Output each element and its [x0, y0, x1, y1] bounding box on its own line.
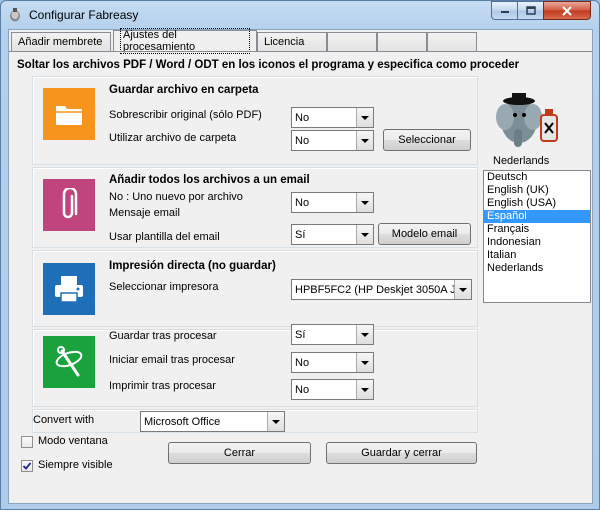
- language-item-english-usa[interactable]: English (USA): [484, 197, 590, 210]
- close-icon: [562, 5, 572, 16]
- minimize-button[interactable]: [491, 1, 518, 20]
- tab-label: Licencia: [264, 36, 305, 48]
- email-panel: Añadir todos los archivos a un email No …: [32, 167, 478, 248]
- convert-panel: Convert with Microsoft Office: [32, 409, 478, 433]
- printer-icon: [55, 276, 83, 303]
- chevron-down-icon[interactable]: [356, 131, 373, 150]
- tools-icon: [55, 346, 83, 377]
- email-mode-value: No: [295, 196, 310, 209]
- save-after-select[interactable]: Sí: [291, 324, 374, 345]
- email-after-select[interactable]: No: [291, 352, 374, 373]
- save-folder-title: Guardar archivo en carpeta: [109, 84, 259, 96]
- use-folder-select[interactable]: No: [291, 130, 374, 151]
- overwrite-value: No: [295, 111, 310, 124]
- email-title: Añadir todos los archivos a un email: [109, 174, 310, 186]
- printer-value: HPBF5FC2 (HP Deskjet 3050A J6: [295, 283, 454, 296]
- email-after-label: Iniciar email tras procesar: [109, 354, 235, 366]
- tab-empty-2: [377, 32, 427, 51]
- tab-processing-settings[interactable]: Ajustes del procesamiento: [113, 28, 257, 54]
- printer-select[interactable]: HPBF5FC2 (HP Deskjet 3050A J6: [291, 279, 472, 300]
- window-mode-checkbox[interactable]: [21, 436, 33, 448]
- email-template-button[interactable]: Modelo email: [378, 223, 471, 245]
- use-folder-value: No: [295, 134, 310, 147]
- fabreasy-logo-icon: [10, 8, 20, 22]
- chevron-down-icon[interactable]: [356, 193, 373, 212]
- folder-icon: [56, 106, 82, 125]
- select-folder-button[interactable]: Seleccionar: [383, 129, 471, 151]
- tab-label: Añadir membrete: [18, 36, 103, 48]
- print-title: Impresión directa (no guardar): [109, 260, 276, 272]
- language-list[interactable]: Deutsch English (UK) English (USA) Españ…: [483, 170, 591, 303]
- convert-select[interactable]: Microsoft Office: [140, 411, 285, 432]
- close-button[interactable]: Cerrar: [168, 442, 311, 464]
- convert-label: Convert with: [33, 414, 95, 426]
- language-item-english-uk[interactable]: English (UK): [484, 184, 590, 197]
- convert-value: Microsoft Office: [144, 415, 221, 428]
- maximize-button[interactable]: [517, 1, 544, 20]
- close-window-button[interactable]: [543, 1, 591, 20]
- print-after-label: Imprimir tras procesar: [109, 380, 216, 392]
- email-template-select[interactable]: Sí: [291, 224, 374, 245]
- language-item-francais[interactable]: Français: [484, 223, 590, 236]
- tab-add-letterhead[interactable]: Añadir membrete: [11, 32, 111, 51]
- after-processing-panel: Guardar tras procesar Sí Iniciar email t…: [32, 324, 478, 407]
- chevron-down-icon[interactable]: [356, 380, 373, 399]
- language-item-nederlands[interactable]: Nederlands: [484, 262, 590, 275]
- print-tile[interactable]: [43, 263, 95, 315]
- always-visible-label: Siempre visible: [38, 459, 113, 471]
- minimize-icon: [500, 10, 509, 13]
- save-folder-panel: Guardar archivo en carpeta Sobrescribir …: [32, 76, 478, 165]
- save-after-value: Sí: [295, 328, 306, 341]
- language-item-deutsch[interactable]: Deutsch: [484, 171, 590, 184]
- tab-divider: [9, 51, 592, 52]
- chevron-down-icon[interactable]: [356, 325, 373, 344]
- title-bar[interactable]: Configurar Fabreasy: [1, 1, 599, 29]
- email-template-value: Sí: [295, 228, 306, 241]
- chevron-down-icon[interactable]: [356, 353, 373, 372]
- save-and-close-button[interactable]: Guardar y cerrar: [326, 442, 477, 464]
- email-after-value: No: [295, 356, 310, 369]
- email-mode-select[interactable]: No: [291, 192, 374, 213]
- tab-license[interactable]: Licencia: [257, 32, 327, 51]
- after-processing-tile[interactable]: [43, 336, 95, 388]
- chevron-down-icon[interactable]: [267, 412, 284, 431]
- chevron-down-icon[interactable]: [454, 280, 471, 299]
- chevron-down-icon[interactable]: [356, 225, 373, 244]
- tab-empty-1: [327, 32, 377, 51]
- language-item-indonesian[interactable]: Indonesian: [484, 236, 590, 249]
- window-title: Configurar Fabreasy: [29, 8, 139, 22]
- email-tile[interactable]: [43, 179, 95, 231]
- maximize-icon: [525, 6, 536, 15]
- dialog-body: Añadir membrete Ajustes del procesamient…: [8, 28, 593, 504]
- email-mode-label-2: Mensaje email: [109, 207, 180, 219]
- save-folder-tile[interactable]: [43, 88, 95, 140]
- print-after-value: No: [295, 383, 310, 396]
- app-window: Configurar Fabreasy Añadir membrete Ajus…: [0, 0, 600, 510]
- use-folder-label: Utilizar archivo de carpeta: [109, 132, 237, 144]
- instructions-heading: Soltar los archivos PDF / Word / ODT en …: [17, 59, 520, 71]
- language-item-espanol[interactable]: Español: [484, 210, 590, 223]
- print-after-select[interactable]: No: [291, 379, 374, 400]
- printer-label: Seleccionar impresora: [109, 281, 219, 293]
- overwrite-label: Sobrescribir original (sólo PDF): [109, 109, 262, 121]
- tab-empty-3: [427, 32, 477, 51]
- overwrite-select[interactable]: No: [291, 107, 374, 128]
- always-visible-checkbox[interactable]: [21, 460, 33, 472]
- elephant-mascot-icon: [496, 93, 558, 147]
- paperclip-icon: [62, 188, 78, 219]
- print-panel: Impresión directa (no guardar) Seleccion…: [32, 250, 478, 327]
- language-item-italian[interactable]: Italian: [484, 249, 590, 262]
- checkmark-icon: [22, 462, 32, 470]
- window-mode-label: Modo ventana: [38, 435, 108, 447]
- chevron-down-icon[interactable]: [356, 108, 373, 127]
- email-template-label: Usar plantilla del email: [109, 231, 220, 243]
- save-after-label: Guardar tras procesar: [109, 330, 217, 342]
- current-language-label: Nederlands: [493, 155, 550, 167]
- email-mode-label-1: No : Uno nuevo por archivo: [109, 191, 243, 203]
